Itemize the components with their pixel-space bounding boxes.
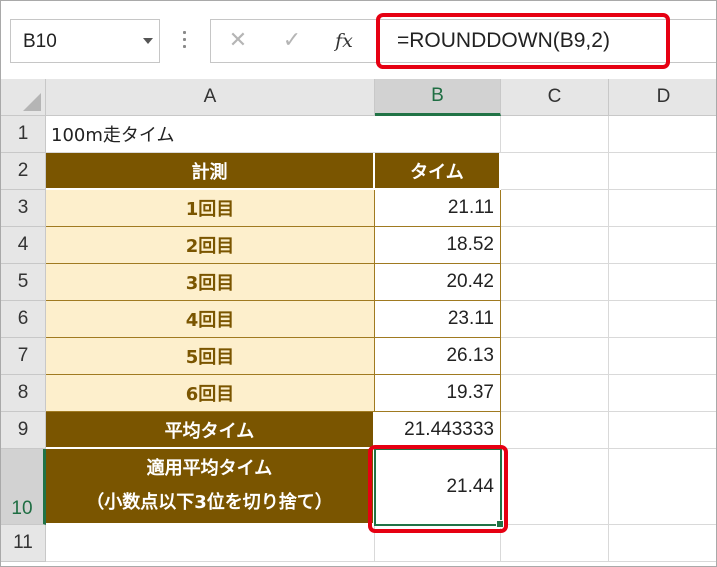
cell-d6[interactable]	[609, 301, 716, 338]
name-box[interactable]: B10	[10, 19, 160, 63]
cell-b2-header-time[interactable]: タイム	[375, 153, 501, 190]
formula-input[interactable]: =ROUNDDOWN(B9,2)	[370, 19, 716, 63]
cell-d3[interactable]	[609, 190, 716, 227]
row-header-4[interactable]: 4	[1, 227, 46, 264]
cell-c11[interactable]	[501, 525, 609, 562]
cell-a1-title[interactable]: 100m走タイム	[46, 116, 375, 153]
cell-a9-average-label[interactable]: 平均タイム	[46, 412, 375, 449]
cell-b10-applied-value[interactable]: 21.44	[375, 449, 501, 525]
fill-handle[interactable]	[496, 520, 504, 528]
row-header-2[interactable]: 2	[1, 153, 46, 190]
cell-b3-time[interactable]: 21.11	[375, 190, 501, 227]
column-header-b[interactable]: B	[375, 79, 501, 116]
row-header-10[interactable]: 10	[1, 449, 46, 525]
formula-bar: B10 ✕ ✓ fx =ROUNDDOWN(B9,2)	[1, 1, 716, 79]
cell-d8[interactable]	[609, 375, 716, 412]
row-header-5[interactable]: 5	[1, 264, 46, 301]
cell-b6-time[interactable]: 23.11	[375, 301, 501, 338]
row-header-8[interactable]: 8	[1, 375, 46, 412]
cell-a5-label[interactable]: 3回目	[46, 264, 375, 301]
cell-b11[interactable]	[375, 525, 501, 562]
cell-c3[interactable]	[501, 190, 609, 227]
cell-d9[interactable]	[609, 412, 716, 449]
spreadsheet-window: B10 ✕ ✓ fx =ROUNDDOWN(B9,2) A B C D 1 2 …	[0, 0, 717, 567]
select-all-icon	[23, 93, 41, 111]
cell-a7-label[interactable]: 5回目	[46, 338, 375, 375]
cell-c7[interactable]	[501, 338, 609, 375]
cell-b1[interactable]	[375, 116, 501, 153]
row-header-11[interactable]: 11	[1, 525, 46, 562]
check-icon[interactable]: ✓	[277, 26, 307, 56]
row-header-9[interactable]: 9	[1, 412, 46, 449]
cell-c2[interactable]	[501, 153, 609, 190]
cell-d2[interactable]	[609, 153, 716, 190]
cell-c9[interactable]	[501, 412, 609, 449]
formula-buttons: ✕ ✓ fx	[210, 19, 370, 63]
cell-b8-time[interactable]: 19.37	[375, 375, 501, 412]
chevron-down-icon[interactable]	[143, 38, 153, 44]
cell-a3-label[interactable]: 1回目	[46, 190, 375, 227]
cell-c1[interactable]	[501, 116, 609, 153]
column-header-a[interactable]: A	[46, 79, 375, 116]
cell-b9-average-value[interactable]: 21.443333	[375, 412, 501, 449]
row-header-3[interactable]: 3	[1, 190, 46, 227]
name-box-value: B10	[23, 31, 57, 52]
row-header-1[interactable]: 1	[1, 116, 46, 153]
row-header-6[interactable]: 6	[1, 301, 46, 338]
row-header-7[interactable]: 7	[1, 338, 46, 375]
cell-a2-header-label[interactable]: 計測	[46, 153, 375, 190]
cell-a10-applied-label[interactable]: 適用平均タイム （小数点以下3位を切り捨て）	[46, 449, 375, 525]
cell-d5[interactable]	[609, 264, 716, 301]
insert-function-icon[interactable]: fx	[329, 26, 359, 56]
cell-c4[interactable]	[501, 227, 609, 264]
cell-b7-time[interactable]: 26.13	[375, 338, 501, 375]
cell-a4-label[interactable]: 2回目	[46, 227, 375, 264]
cell-d10[interactable]	[609, 449, 716, 525]
cell-d4[interactable]	[609, 227, 716, 264]
select-all-button[interactable]	[1, 79, 46, 116]
formula-text: =ROUNDDOWN(B9,2)	[397, 29, 610, 52]
cell-a6-label[interactable]: 4回目	[46, 301, 375, 338]
column-header-d[interactable]: D	[609, 79, 716, 116]
cell-b5-time[interactable]: 20.42	[375, 264, 501, 301]
cell-d1[interactable]	[609, 116, 716, 153]
applied-label-line1: 適用平均タイム	[146, 458, 273, 479]
applied-label-line2: （小数点以下3位を切り捨て）	[86, 492, 333, 513]
cell-d11[interactable]	[609, 525, 716, 562]
drag-handle-icon[interactable]	[183, 31, 186, 51]
cell-c8[interactable]	[501, 375, 609, 412]
cell-a8-label[interactable]: 6回目	[46, 375, 375, 412]
column-header-c[interactable]: C	[501, 79, 609, 116]
cell-c10[interactable]	[501, 449, 609, 525]
cell-d7[interactable]	[609, 338, 716, 375]
cell-a11[interactable]	[46, 525, 375, 562]
cell-b4-time[interactable]: 18.52	[375, 227, 501, 264]
cell-c6[interactable]	[501, 301, 609, 338]
cell-c5[interactable]	[501, 264, 609, 301]
cancel-icon[interactable]: ✕	[223, 26, 253, 56]
